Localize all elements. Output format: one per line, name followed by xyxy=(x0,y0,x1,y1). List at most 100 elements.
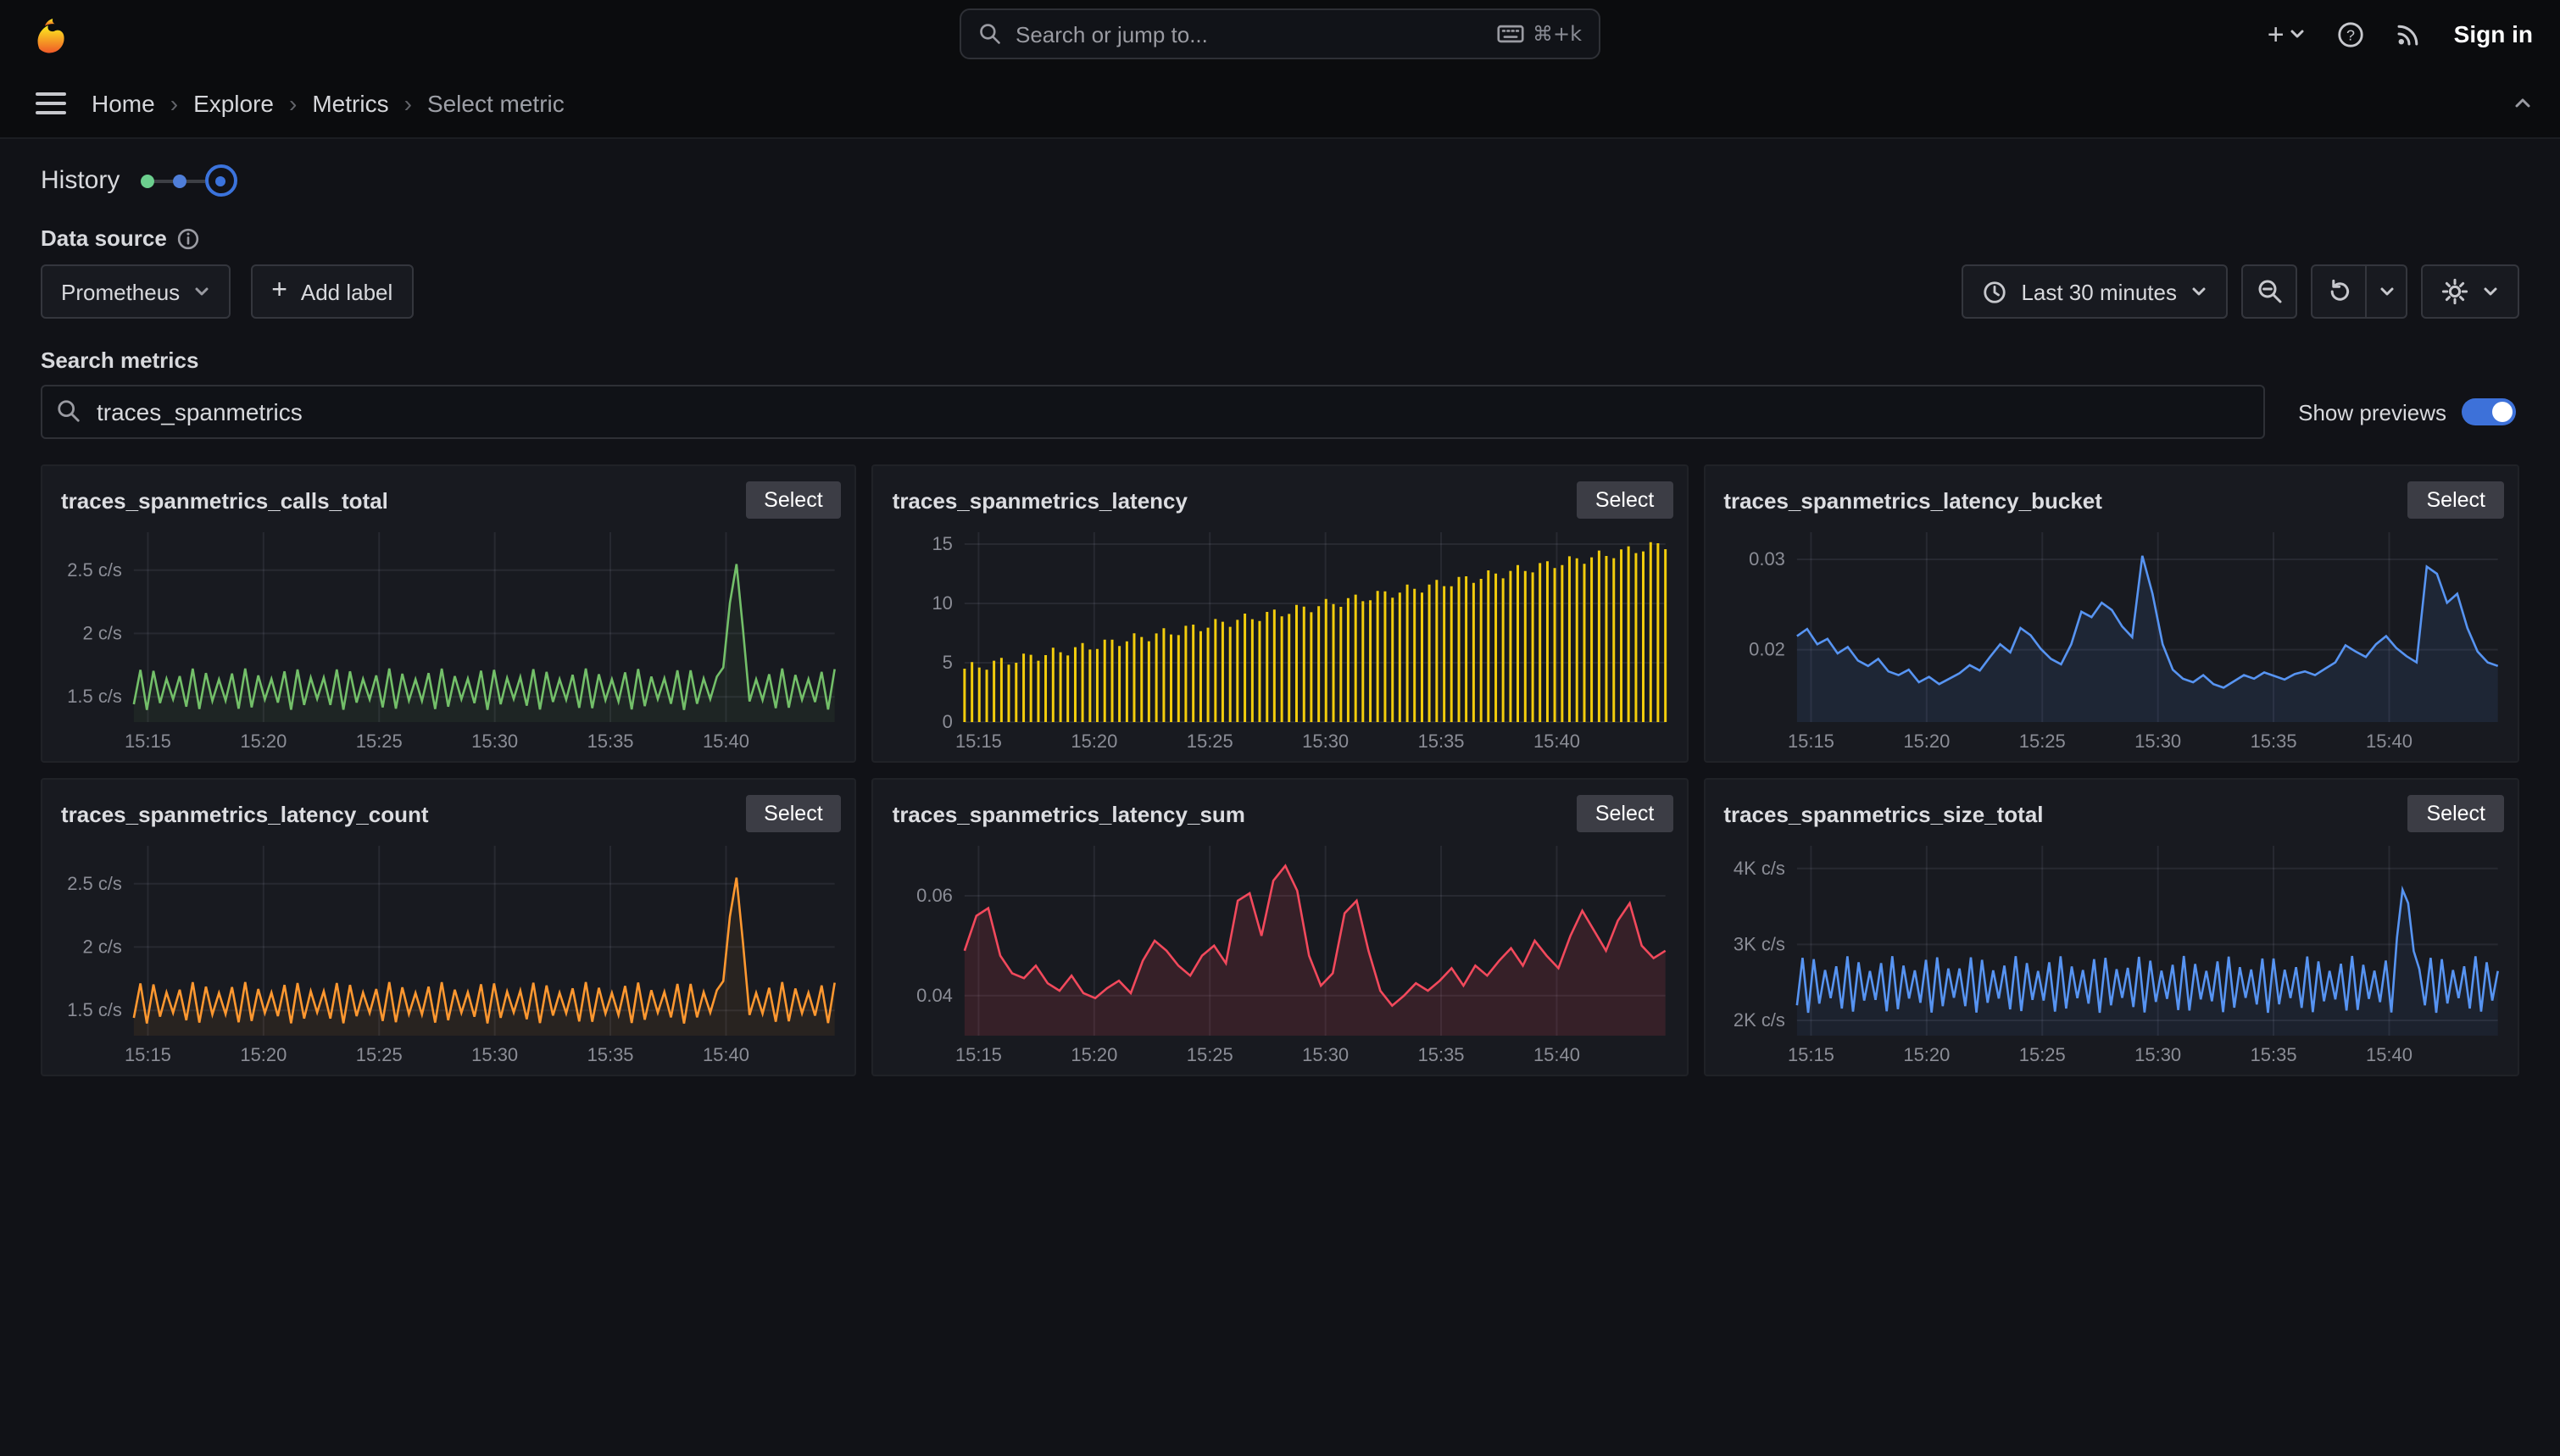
metric-panel: traces_spanmetrics_latency_count Select … xyxy=(41,778,857,1076)
svg-text:2.5 c/s: 2.5 c/s xyxy=(67,873,122,894)
svg-text:1.5 c/s: 1.5 c/s xyxy=(67,686,122,707)
datasource-value: Prometheus xyxy=(61,279,180,304)
svg-text:15:30: 15:30 xyxy=(1303,731,1350,752)
refresh-button[interactable] xyxy=(2311,264,2367,319)
svg-text:15:20: 15:20 xyxy=(240,1044,287,1065)
search-icon xyxy=(978,22,1002,46)
select-button[interactable]: Select xyxy=(2408,481,2505,519)
svg-text:15:35: 15:35 xyxy=(587,731,634,752)
svg-text:15:40: 15:40 xyxy=(703,1044,749,1065)
breadcrumb-explore[interactable]: Explore xyxy=(193,89,274,116)
metric-panel: traces_spanmetrics_latency_bucket Select… xyxy=(1703,464,2519,763)
svg-text:15:25: 15:25 xyxy=(1187,731,1233,752)
explore-metrics-content: History Data source Prometheus xyxy=(0,164,2560,1076)
add-label-button[interactable]: + Add label xyxy=(251,264,413,319)
breadcrumb-separator: › xyxy=(170,89,178,116)
shortcut-label: ⌘+k xyxy=(1533,22,1582,46)
svg-text:2K c/s: 2K c/s xyxy=(1733,1009,1784,1031)
breadcrumb-separator: › xyxy=(404,89,412,116)
top-search-placeholder: Search or jump to... xyxy=(1016,21,1483,47)
select-button[interactable]: Select xyxy=(1577,795,1673,832)
svg-text:15:15: 15:15 xyxy=(956,731,1003,752)
metrics-search-input[interactable] xyxy=(41,385,2264,439)
metric-panel: traces_spanmetrics_latency Select 151050… xyxy=(872,464,1689,763)
svg-text:15:25: 15:25 xyxy=(2018,1044,2065,1065)
metric-preview-chart: 2.5 c/s2 c/s1.5 c/s15:1515:2015:2515:301… xyxy=(56,836,842,1066)
svg-text:15:40: 15:40 xyxy=(2365,1044,2412,1065)
svg-text:?: ? xyxy=(2347,25,2356,42)
time-range-button[interactable]: Last 30 minutes xyxy=(1962,264,2228,319)
svg-text:5: 5 xyxy=(943,652,953,673)
history-current-step[interactable] xyxy=(204,164,237,197)
svg-text:15:15: 15:15 xyxy=(1787,1044,1834,1065)
refresh-interval-dropdown[interactable] xyxy=(2367,264,2407,319)
svg-text:15:35: 15:35 xyxy=(1418,731,1465,752)
info-icon[interactable] xyxy=(177,226,201,250)
select-button[interactable]: Select xyxy=(2408,795,2505,832)
breadcrumb: Home › Explore › Metrics › Select metric xyxy=(92,89,565,116)
show-previews-toggle[interactable] xyxy=(2462,398,2516,425)
breadcrumb-bar: Home › Explore › Metrics › Select metric xyxy=(0,68,2560,139)
sign-in-link[interactable]: Sign in xyxy=(2454,20,2533,47)
rss-icon xyxy=(2396,20,2424,47)
svg-text:15:40: 15:40 xyxy=(1534,1044,1581,1065)
grafana-flame-icon xyxy=(29,14,70,54)
svg-text:15:25: 15:25 xyxy=(2018,731,2065,752)
clock-icon xyxy=(1982,279,2007,304)
metric-panel: traces_spanmetrics_size_total Select 4K … xyxy=(1703,778,2519,1076)
settings-button[interactable] xyxy=(2421,264,2519,319)
select-button[interactable]: Select xyxy=(745,481,842,519)
new-menu-button[interactable]: + xyxy=(2268,19,2307,48)
chevron-up-icon[interactable] xyxy=(2513,92,2533,113)
svg-text:0: 0 xyxy=(943,711,953,732)
metric-preview-chart: 15105015:1515:2015:2515:3015:3515:40 xyxy=(888,522,1673,753)
top-search-button[interactable]: Search or jump to... ⌘+k xyxy=(960,8,1600,59)
svg-text:15:15: 15:15 xyxy=(1787,731,1834,752)
svg-text:10: 10 xyxy=(932,592,953,614)
svg-text:15:35: 15:35 xyxy=(587,1044,634,1065)
history-label: History xyxy=(41,166,120,195)
panel-title: traces_spanmetrics_calls_total xyxy=(61,487,388,513)
news-button[interactable] xyxy=(2396,20,2424,47)
svg-text:15:30: 15:30 xyxy=(1303,1044,1350,1065)
grafana-logo[interactable] xyxy=(27,12,71,56)
svg-text:15:30: 15:30 xyxy=(2134,731,2181,752)
svg-text:15:35: 15:35 xyxy=(2250,1044,2296,1065)
datasource-label: Data source xyxy=(41,225,167,251)
zoom-out-button[interactable] xyxy=(2241,264,2297,319)
history-step-dot[interactable] xyxy=(140,174,153,187)
breadcrumb-home[interactable]: Home xyxy=(92,89,155,116)
chevron-down-icon xyxy=(2378,283,2395,300)
svg-text:15:20: 15:20 xyxy=(1071,1044,1118,1065)
svg-text:0.03: 0.03 xyxy=(1748,548,1784,570)
search-icon xyxy=(56,398,81,424)
datasource-select[interactable]: Prometheus xyxy=(41,264,231,319)
metric-panels-grid: traces_spanmetrics_calls_total Select 2.… xyxy=(41,464,2519,1076)
svg-text:15:15: 15:15 xyxy=(125,731,171,752)
history-step-dot[interactable] xyxy=(172,174,186,187)
svg-text:15:35: 15:35 xyxy=(2250,731,2296,752)
select-button[interactable]: Select xyxy=(1577,481,1673,519)
panel-title: traces_spanmetrics_latency xyxy=(893,487,1188,513)
svg-text:15:30: 15:30 xyxy=(471,1044,518,1065)
svg-text:0.04: 0.04 xyxy=(917,985,954,1006)
svg-text:2 c/s: 2 c/s xyxy=(83,936,122,957)
svg-text:4K c/s: 4K c/s xyxy=(1733,858,1784,879)
menu-icon[interactable] xyxy=(27,82,75,123)
time-range-label: Last 30 minutes xyxy=(2021,279,2177,304)
help-button[interactable]: ? xyxy=(2337,19,2366,48)
svg-text:15:40: 15:40 xyxy=(1534,731,1581,752)
svg-text:2 c/s: 2 c/s xyxy=(83,622,122,643)
metric-panel: traces_spanmetrics_calls_total Select 2.… xyxy=(41,464,857,763)
metric-preview-chart: 4K c/s3K c/s2K c/s15:1515:2015:2515:3015… xyxy=(1718,836,2504,1066)
breadcrumb-metrics[interactable]: Metrics xyxy=(312,89,388,116)
svg-text:15:40: 15:40 xyxy=(703,731,749,752)
history-step-connector xyxy=(186,179,204,182)
gear-icon xyxy=(2441,278,2468,305)
svg-text:0.02: 0.02 xyxy=(1748,639,1784,660)
svg-text:15:30: 15:30 xyxy=(471,731,518,752)
add-label-text: Add label xyxy=(301,279,392,304)
svg-text:15:30: 15:30 xyxy=(2134,1044,2181,1065)
svg-text:15:20: 15:20 xyxy=(240,731,287,752)
select-button[interactable]: Select xyxy=(745,795,842,832)
